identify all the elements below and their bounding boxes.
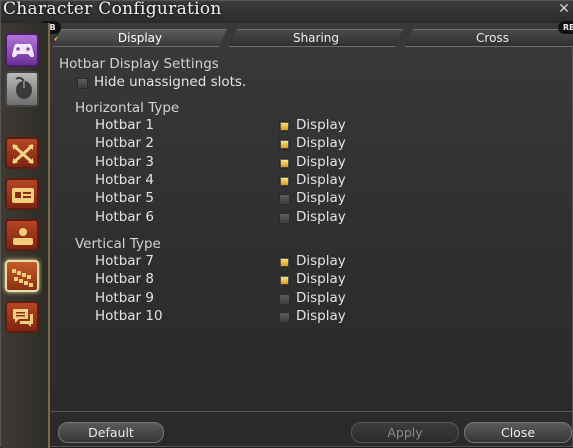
hotbar-display-checkbox[interactable] xyxy=(279,194,290,206)
sidebar-item-hotbars[interactable] xyxy=(5,260,39,292)
hotbar-display-checkbox[interactable] xyxy=(279,257,290,268)
nameplate-icon xyxy=(13,228,33,245)
vertical-type-heading: Vertical Type xyxy=(75,236,161,252)
sidebar-item-nameplate[interactable] xyxy=(5,219,39,251)
hotbar-display-checkbox[interactable] xyxy=(279,212,290,224)
hotbar-display-label[interactable]: Display xyxy=(296,154,346,170)
close-button[interactable]: Close xyxy=(464,422,572,443)
tab-sharing[interactable]: Sharing xyxy=(229,29,403,47)
hotbar-display-label[interactable]: Display xyxy=(296,117,346,133)
hotbar-name: Hotbar 6 xyxy=(95,208,154,225)
hotbar-display-checkbox[interactable] xyxy=(279,139,290,151)
hotbar-name: Hotbar 1 xyxy=(95,117,154,133)
hotbar-name: Hotbar 9 xyxy=(95,289,154,306)
hotbar-display-checkbox[interactable] xyxy=(279,175,290,187)
mouse-icon xyxy=(15,76,32,99)
hotbar-display-label[interactable]: Display xyxy=(296,209,346,225)
hotbar-name: Hotbar 8 xyxy=(95,271,154,288)
rb-button-hint: RB xyxy=(558,21,573,34)
hotbar-name: Hotbar 3 xyxy=(95,153,154,170)
sidebar-item-chat[interactable] xyxy=(5,301,39,333)
hotbar-display-checkbox[interactable] xyxy=(279,275,290,287)
hotbar-display-label[interactable]: Display xyxy=(296,308,346,324)
close-icon[interactable]: ✕ xyxy=(556,1,572,17)
hotbar-display-checkbox[interactable] xyxy=(279,121,290,132)
sidebar-item-combat[interactable] xyxy=(5,137,39,169)
hotbar-name: Hotbar 5 xyxy=(95,190,154,207)
sidebar-item-character-card[interactable] xyxy=(5,178,39,210)
hotbar-icon xyxy=(12,269,33,287)
apply-button[interactable]: Apply xyxy=(351,422,459,443)
hotbar-display-label[interactable]: Display xyxy=(296,290,346,306)
category-sidebar xyxy=(1,23,50,448)
hotbar-name: Hotbar 2 xyxy=(95,135,154,152)
hotbar-name: Hotbar 7 xyxy=(95,253,154,269)
hotbar-display-checkbox[interactable] xyxy=(279,311,290,323)
sidebar-item-gamepad[interactable] xyxy=(5,33,39,67)
hotbar-display-label[interactable]: Display xyxy=(296,271,346,287)
chat-bubbles-icon xyxy=(13,309,33,327)
footer-divider xyxy=(49,411,573,412)
tab-display[interactable]: Display xyxy=(53,29,227,47)
hotbar-name: Hotbar 10 xyxy=(95,307,163,324)
default-button[interactable]: Default xyxy=(58,422,164,443)
title-bar[interactable]: Character Configuration ✕ xyxy=(1,0,573,23)
hotbar-display-settings-heading: Hotbar Display Settings xyxy=(59,56,219,72)
gamepad-icon xyxy=(12,43,34,58)
hotbar-display-checkbox[interactable] xyxy=(279,293,290,305)
horizontal-type-heading: Horizontal Type xyxy=(75,100,180,116)
id-card-icon xyxy=(12,188,34,203)
sidebar-item-mouse[interactable] xyxy=(5,71,39,107)
hide-unassigned-checkbox[interactable] xyxy=(77,78,88,89)
hotbar-display-label[interactable]: Display xyxy=(296,253,346,269)
crossed-swords-icon xyxy=(11,143,35,165)
settings-panel: Hotbar Display Settings Hide unassigned … xyxy=(49,49,573,411)
hotbar-display-label[interactable]: Display xyxy=(296,172,346,188)
hotbar-name: Hotbar 4 xyxy=(95,171,154,188)
hotbar-display-label[interactable]: Display xyxy=(296,135,346,151)
character-configuration-window: Character Configuration ✕ Display Sharin… xyxy=(0,0,573,448)
window-title: Character Configuration xyxy=(3,0,222,19)
hotbar-display-label[interactable]: Display xyxy=(296,190,346,206)
hide-unassigned-label[interactable]: Hide unassigned slots. xyxy=(94,74,246,90)
hotbar-display-checkbox[interactable] xyxy=(279,157,290,169)
tab-cross[interactable]: Cross xyxy=(405,29,573,47)
